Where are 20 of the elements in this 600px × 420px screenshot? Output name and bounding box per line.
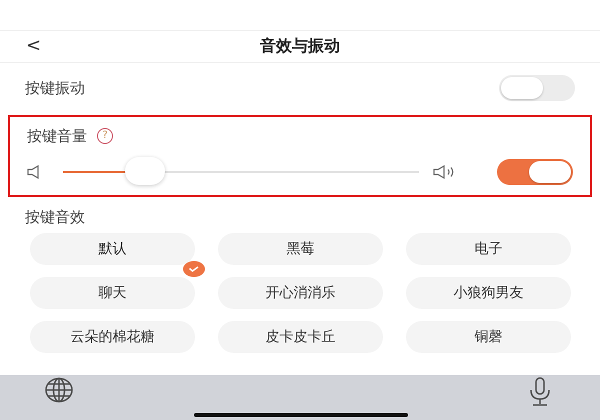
microphone-icon[interactable] (528, 377, 552, 407)
back-button[interactable]: < (26, 35, 42, 56)
sound-option[interactable]: 聊天 (30, 277, 195, 309)
sound-option[interactable]: 默认 (30, 233, 195, 265)
sound-option[interactable]: 皮卡皮卡丘 (218, 321, 383, 353)
toggle-switch[interactable] (497, 159, 573, 185)
sound-option[interactable]: 小狼狗男友 (406, 277, 571, 309)
toggle-switch[interactable] (499, 75, 575, 101)
sound-option[interactable]: 开心消消乐 (218, 277, 383, 309)
slider-thumb[interactable] (124, 157, 165, 185)
setting-label: 按键振动 (25, 78, 85, 98)
sound-option[interactable]: 电子 (406, 233, 571, 265)
page-title: 音效与振动 (260, 36, 340, 57)
sound-option[interactable]: 云朵的棉花糖 (30, 321, 195, 353)
section-title: 按键音效 (24, 207, 86, 228)
sound-option[interactable]: 黑莓 (218, 233, 383, 265)
globe-icon[interactable] (44, 377, 74, 403)
sound-option[interactable]: 铜磬 (406, 321, 571, 353)
setting-label: 按键音量 (27, 126, 87, 146)
check-badge-icon (183, 261, 205, 277)
